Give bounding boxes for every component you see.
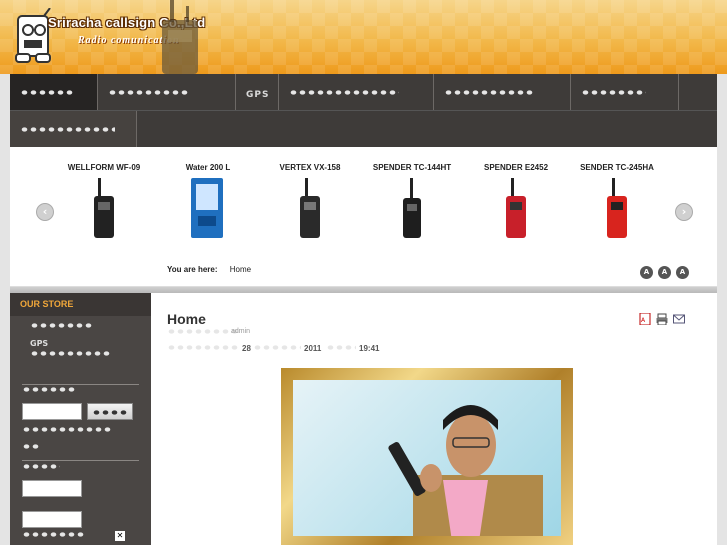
radio-product-icon bbox=[403, 178, 421, 238]
right-edge bbox=[717, 0, 727, 545]
main-navigation: GPS bbox=[10, 74, 717, 148]
left-edge bbox=[0, 74, 10, 545]
meta-author: admin bbox=[231, 328, 251, 335]
font-decrease-button[interactable]: A bbox=[640, 266, 653, 279]
breadcrumb: You are here: Home bbox=[167, 265, 251, 274]
sidebar: OUR STORE GPS ✕ bbox=[10, 293, 151, 545]
portrait-frame bbox=[281, 368, 573, 545]
water-dispenser-icon bbox=[191, 178, 223, 238]
nav-item-about[interactable] bbox=[571, 74, 679, 110]
product-item[interactable]: Water 200 L bbox=[170, 163, 246, 245]
nav-row-1: GPS bbox=[10, 74, 717, 110]
search-button[interactable] bbox=[87, 403, 133, 420]
nav-row-2 bbox=[10, 110, 717, 148]
sidebar-divider bbox=[22, 384, 139, 385]
product-item[interactable]: VERTEX VX-158 bbox=[270, 163, 350, 245]
meta-time-label bbox=[326, 344, 356, 351]
search-input[interactable] bbox=[22, 403, 82, 420]
nav-item-home[interactable] bbox=[10, 74, 98, 110]
product-name: SENDER TC-245HA bbox=[580, 163, 654, 172]
search-button-label bbox=[92, 409, 128, 417]
sidebar-label bbox=[22, 531, 86, 538]
product-item[interactable]: WELLFORM WF-09 bbox=[64, 163, 144, 245]
sidebar-divider bbox=[22, 460, 139, 461]
product-item[interactable]: SPENDER E2452 bbox=[476, 163, 556, 245]
sidebar-label bbox=[22, 463, 60, 470]
font-increase-button[interactable]: A bbox=[676, 266, 689, 279]
sidebar-label bbox=[22, 386, 76, 393]
meta-month bbox=[253, 344, 301, 351]
radio-product-icon bbox=[607, 178, 627, 238]
nav-item-services[interactable] bbox=[279, 74, 434, 110]
sidebar-title: OUR STORE bbox=[10, 293, 151, 316]
nav-item-label bbox=[20, 89, 75, 97]
nav-item-label bbox=[581, 89, 646, 97]
radio-product-icon bbox=[300, 178, 320, 238]
meta-author-label bbox=[167, 328, 239, 335]
breadcrumb-label: You are here: bbox=[167, 265, 218, 274]
nav-item-label bbox=[108, 89, 188, 97]
nav-item-gps[interactable]: GPS bbox=[236, 74, 279, 110]
portrait-image bbox=[293, 380, 561, 536]
nav-item-products[interactable] bbox=[98, 74, 236, 110]
meta-date-year: 2011 bbox=[304, 344, 322, 353]
sidebar-label bbox=[22, 443, 40, 450]
password-field[interactable] bbox=[22, 511, 82, 528]
meta-date-label bbox=[167, 344, 239, 351]
nav-item-contact[interactable] bbox=[434, 74, 571, 110]
nav-item-extra[interactable] bbox=[679, 74, 717, 110]
email-icon[interactable] bbox=[673, 313, 685, 325]
nav-item-label: GPS bbox=[246, 90, 270, 100]
slider-prev-button[interactable]: ‹ bbox=[36, 203, 54, 221]
product-name: Water 200 L bbox=[185, 163, 231, 172]
product-slider: ‹ › WELLFORM WF-09 Water 200 L VERTEX VX… bbox=[10, 147, 717, 287]
product-name: VERTEX VX-158 bbox=[279, 163, 341, 172]
sidebar-gps-link[interactable]: GPS bbox=[30, 339, 48, 348]
site-header: Sriracha callsign Co.,Ltd Radio comunica… bbox=[0, 0, 727, 74]
product-item[interactable]: SPENDER TC-144HT bbox=[368, 163, 456, 245]
radio-product-icon bbox=[506, 178, 526, 238]
product-name: SPENDER TC-144HT bbox=[372, 163, 452, 172]
pdf-icon[interactable]: A bbox=[639, 313, 651, 325]
product-name: WELLFORM WF-09 bbox=[67, 163, 141, 172]
slider-next-button[interactable]: › bbox=[675, 203, 693, 221]
product-name: SPENDER E2452 bbox=[483, 163, 549, 172]
sidebar-link[interactable] bbox=[30, 350, 110, 357]
main-content: Home admin 28 2011 19:41 A bbox=[151, 293, 717, 545]
nav-item-label bbox=[20, 126, 115, 134]
print-icon[interactable] bbox=[656, 313, 668, 325]
article-tools: A bbox=[639, 313, 685, 325]
portrait-photo-icon bbox=[388, 405, 543, 536]
close-icon[interactable]: ✕ bbox=[115, 531, 125, 541]
nav-item-webboard[interactable] bbox=[10, 111, 137, 148]
username-field[interactable] bbox=[22, 480, 82, 497]
breadcrumb-home-link[interactable]: Home bbox=[230, 265, 251, 274]
meta-date-day: 28 bbox=[242, 344, 251, 353]
nav-item-label bbox=[444, 89, 534, 97]
sidebar-label bbox=[22, 426, 112, 433]
page-title: Home bbox=[167, 311, 206, 327]
meta-time: 19:41 bbox=[359, 344, 380, 353]
font-reset-button[interactable]: A bbox=[658, 266, 671, 279]
product-item[interactable]: SENDER TC-245HA bbox=[576, 163, 658, 245]
radio-illustration-icon bbox=[162, 0, 198, 74]
nav-row-2-filler bbox=[137, 111, 717, 147]
font-size-controls: A A A bbox=[640, 266, 689, 279]
radio-product-icon bbox=[94, 178, 114, 238]
nav-item-label bbox=[289, 89, 399, 97]
sidebar-link[interactable] bbox=[30, 322, 94, 329]
